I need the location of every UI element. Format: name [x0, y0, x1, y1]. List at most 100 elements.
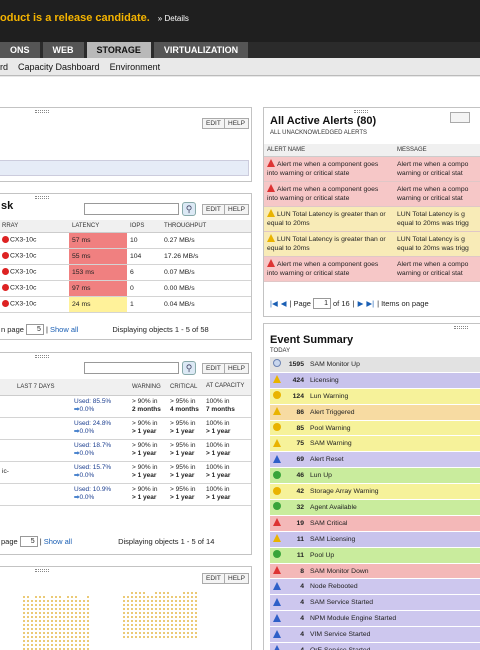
search-input[interactable]: [84, 362, 179, 374]
tab-virtualization[interactable]: VIRTUALIZATION: [153, 42, 249, 58]
alert-row[interactable]: Alert me when a component goes into warn…: [264, 181, 480, 207]
event-row[interactable]: 75 SAM Warning: [270, 436, 480, 453]
last-page-icon[interactable]: ▶|: [366, 299, 374, 308]
array-name[interactable]: CX3-10c: [10, 253, 36, 260]
event-name[interactable]: SAM Service Started: [310, 599, 480, 606]
table-row[interactable]: ic- Used: 15.7% ➡ 0.0% > 90% in > 1 year > 95…: [0, 461, 251, 484]
col-throughput[interactable]: THROUGHPUT: [161, 220, 251, 233]
table-row[interactable]: CX3-10c 57 ms 10 0.27 MB/s: [0, 232, 251, 249]
col-array[interactable]: RRAY: [0, 220, 69, 233]
edit-button[interactable]: EDIT: [202, 204, 225, 215]
drag-handle[interactable]: [354, 110, 368, 113]
col-message[interactable]: MESSAGE: [394, 144, 480, 157]
resource-label[interactable]: ic-: [0, 461, 71, 484]
event-row[interactable]: 69 Alert Reset: [270, 452, 480, 469]
table-row[interactable]: Used: 24.8% ➡ 0.0% > 90% in > 1 year > 95% i…: [0, 417, 251, 440]
col-critical[interactable]: CRITICAL: [167, 379, 203, 396]
drag-handle[interactable]: [35, 110, 49, 113]
resource-label[interactable]: [0, 483, 71, 506]
event-row[interactable]: 85 Pool Warning: [270, 420, 480, 437]
edit-button[interactable]: EDIT: [202, 118, 225, 129]
tab-web[interactable]: WEB: [42, 42, 84, 58]
tab-ons[interactable]: ONS: [0, 42, 40, 58]
array-name[interactable]: CX3-10c: [10, 285, 36, 292]
help-button[interactable]: HELP: [224, 118, 249, 129]
event-row[interactable]: 8 SAM Monitor Down: [270, 563, 480, 580]
table-row[interactable]: CX3-10c 97 ms 0 0.00 MB/s: [0, 280, 251, 297]
page-size-input[interactable]: 5: [25, 324, 44, 335]
event-row[interactable]: 19 SAM Critical: [270, 515, 480, 532]
event-row[interactable]: 86 Alert Triggered: [270, 404, 480, 421]
event-name[interactable]: SAM Licensing: [310, 536, 480, 543]
array-name[interactable]: CX3-10c: [10, 237, 36, 244]
drag-handle[interactable]: [454, 326, 468, 329]
search-icon[interactable]: ⚲: [182, 202, 196, 216]
event-name[interactable]: Alert Reset: [310, 456, 480, 463]
array-name[interactable]: CX3-10c: [10, 301, 36, 308]
alert-name-link[interactable]: Alert me when a component goes into warn…: [267, 261, 378, 277]
event-name[interactable]: SAM Monitor Up: [310, 361, 480, 368]
table-row[interactable]: CX3-10c 24 ms 1 0.04 MB/s: [0, 296, 251, 313]
event-name[interactable]: Lun Up: [310, 472, 480, 479]
subnav-item-dashboard[interactable]: rd: [0, 62, 8, 72]
first-page-icon[interactable]: |◀: [270, 299, 278, 308]
help-button[interactable]: HELP: [224, 573, 249, 584]
show-all-link[interactable]: Show all: [50, 325, 78, 334]
event-row[interactable]: 32 Agent Available: [270, 500, 480, 516]
help-button[interactable]: HELP: [224, 363, 249, 374]
col-alert-name[interactable]: ALERT NAME: [264, 144, 394, 157]
event-row[interactable]: 11 Pool Up: [270, 547, 480, 564]
banner-details-link[interactable]: » Details: [158, 14, 189, 23]
edit-button[interactable]: [450, 112, 470, 123]
edit-button[interactable]: EDIT: [202, 363, 225, 374]
event-row[interactable]: 4 VIM Service Started: [270, 627, 480, 644]
alert-name-link[interactable]: LUN Total Latency is greater than or equ…: [267, 236, 386, 252]
event-row[interactable]: 1595 SAM Monitor Up: [270, 357, 480, 373]
event-name[interactable]: Agent Available: [310, 504, 480, 511]
help-button[interactable]: HELP: [224, 204, 249, 215]
col-at-capacity[interactable]: AT CAPACITY: [203, 379, 251, 396]
event-name[interactable]: VIM Service Started: [310, 631, 480, 638]
subnav-item-environment[interactable]: Environment: [110, 62, 161, 72]
event-row[interactable]: 42 Storage Array Warning: [270, 484, 480, 501]
col-iops[interactable]: IOPS: [127, 220, 161, 233]
event-row[interactable]: 4OrE Service Started: [270, 643, 480, 650]
alert-name-link[interactable]: LUN Total Latency is greater than or equ…: [267, 211, 386, 227]
event-row[interactable]: 4 NPM Module Engine Started: [270, 611, 480, 628]
search-icon[interactable]: ⚲: [182, 361, 196, 375]
resource-label[interactable]: [0, 439, 71, 462]
event-row[interactable]: 4 SAM Service Started: [270, 595, 480, 612]
event-name[interactable]: Alert Triggered: [310, 409, 480, 416]
event-row[interactable]: 424 Licensing: [270, 372, 480, 389]
show-all-link[interactable]: Show all: [44, 537, 72, 546]
page-number-input[interactable]: 1: [312, 298, 331, 309]
drag-handle[interactable]: [35, 355, 49, 358]
alert-row[interactable]: Alert me when a component goes into warn…: [264, 156, 480, 182]
col-warning[interactable]: WARNING: [129, 379, 167, 396]
table-row[interactable]: Used: 18.7% ➡ 0.0% > 90% in > 1 year > 95% i…: [0, 439, 251, 462]
event-name[interactable]: Pool Up: [310, 552, 480, 559]
alert-name-link[interactable]: Alert me when a component goes into warn…: [267, 161, 378, 177]
table-row[interactable]: Used: 85.5% ➡ 0.0% > 90% in 2 months > 95% i…: [0, 395, 251, 418]
event-row[interactable]: 124 Lun Warning: [270, 388, 480, 405]
col-latency[interactable]: LATENCY: [69, 220, 127, 233]
event-name[interactable]: NPM Module Engine Started: [310, 615, 480, 622]
table-row[interactable]: CX3-10c 153 ms 6 0.07 MB/s: [0, 264, 251, 281]
array-name[interactable]: CX3-10c: [10, 269, 36, 276]
alert-row[interactable]: LUN Total Latency is greater than or equ…: [264, 206, 480, 232]
event-name[interactable]: Node Rebooted: [310, 583, 480, 590]
event-row[interactable]: 4 Node Rebooted: [270, 579, 480, 596]
table-row[interactable]: Used: 10.9% ➡ 0.0% > 90% in > 1 year > 95% i…: [0, 483, 251, 506]
event-name[interactable]: Licensing: [310, 377, 480, 384]
alert-row[interactable]: Alert me when a component goes into warn…: [264, 256, 480, 282]
event-row[interactable]: 11 SAM Licensing: [270, 531, 480, 548]
event-name[interactable]: SAM Critical: [310, 520, 480, 527]
event-name[interactable]: SAM Monitor Down: [310, 568, 480, 575]
event-name[interactable]: Storage Array Warning: [310, 488, 480, 495]
event-name[interactable]: Lun Warning: [310, 393, 480, 400]
alert-row[interactable]: LUN Total Latency is greater than or equ…: [264, 231, 480, 257]
prev-page-icon[interactable]: ◀: [281, 299, 287, 308]
page-size-input[interactable]: 5: [19, 536, 38, 547]
table-row[interactable]: CX3-10c 55 ms 104 17.26 MB/s: [0, 248, 251, 265]
search-input[interactable]: [84, 203, 179, 215]
